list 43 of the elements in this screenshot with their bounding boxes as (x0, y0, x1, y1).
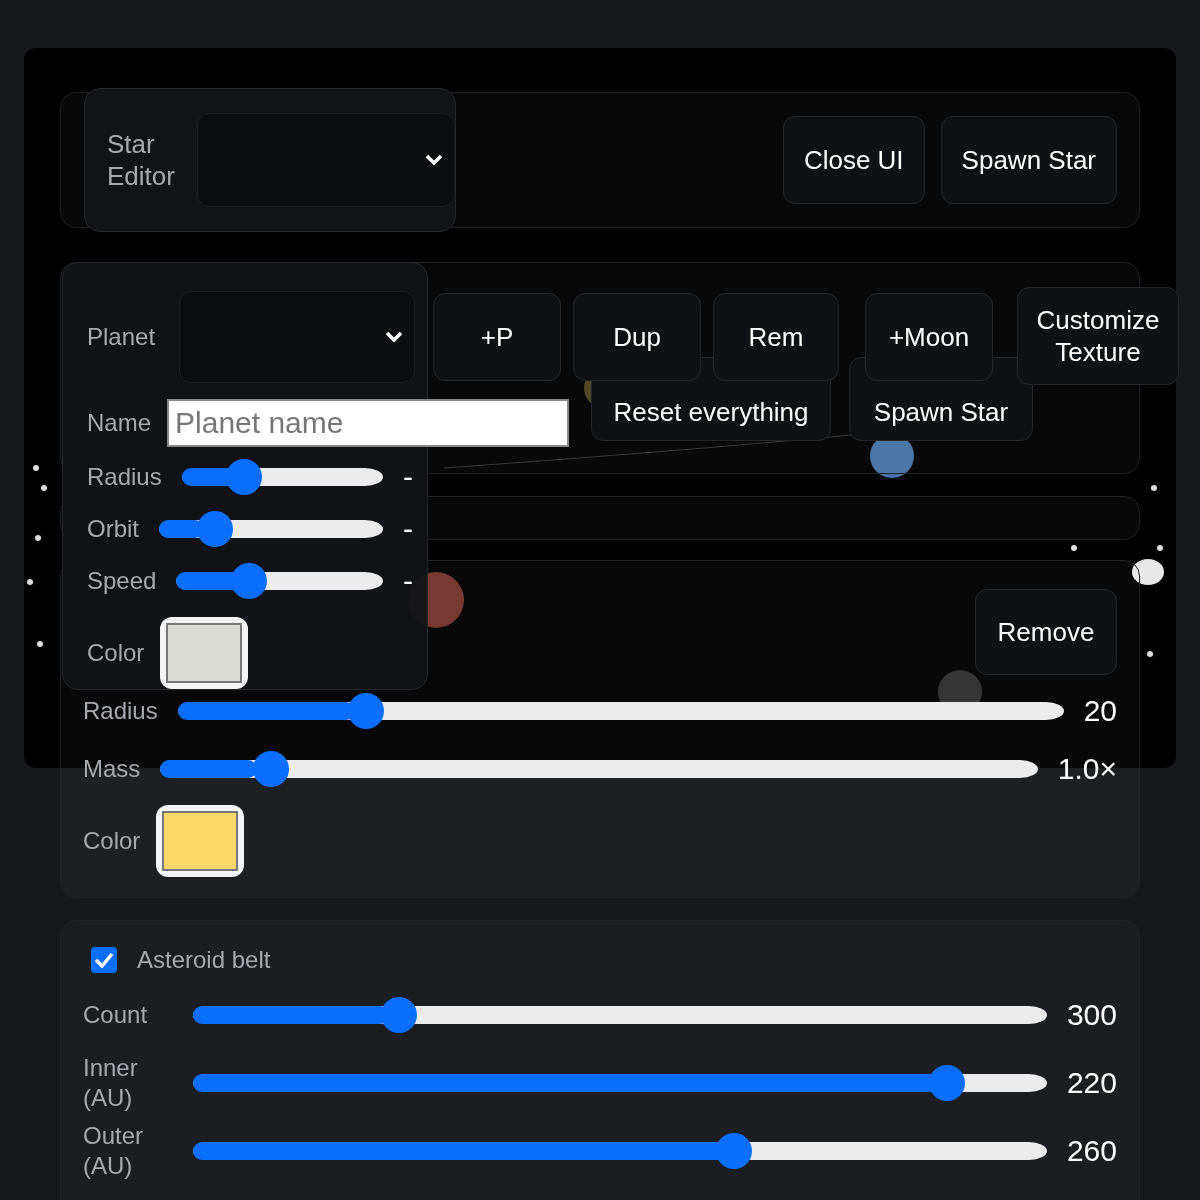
slider-value: 1.0× (1057, 751, 1117, 787)
slider-label: Inner (AU) (83, 1053, 139, 1113)
remove-button[interactable]: Remove (975, 589, 1117, 675)
slider-label: Speed (87, 566, 157, 596)
name-input[interactable]: Planet name (167, 399, 570, 447)
toolbar-button[interactable]: Dup (573, 293, 701, 381)
slider-label: Radius (83, 696, 158, 726)
checkbox-label: Asteroid belt (137, 945, 271, 975)
slider-thumb[interactable] (196, 511, 233, 547)
slider-label: Radius (87, 462, 162, 492)
slider-thumb[interactable] (381, 997, 418, 1033)
slider-thumb[interactable] (716, 1133, 753, 1169)
slider-label: Outer (AU) (83, 1121, 145, 1181)
top-button[interactable]: Spawn Star (940, 116, 1117, 204)
slider-value: 260 (1066, 1133, 1117, 1169)
color-picker[interactable] (156, 805, 245, 877)
checkbox[interactable] (91, 947, 117, 973)
field-label: Color (87, 638, 145, 668)
field-label: Planet (87, 322, 157, 352)
slider-value: - (403, 563, 413, 599)
chevron-down-icon (384, 330, 404, 344)
toolbar-button[interactable]: Customize Texture (1017, 287, 1179, 385)
color-picker[interactable] (160, 617, 249, 689)
slider-thumb[interactable] (929, 1065, 966, 1101)
toolbar-button[interactable]: Rem (713, 293, 839, 381)
chevron-down-icon (424, 153, 444, 167)
slider-value: 300 (1066, 997, 1117, 1033)
top-button[interactable]: Close UI (782, 116, 925, 204)
slider-label: Count (83, 1000, 149, 1030)
slider-label: Orbit (87, 514, 139, 544)
toolbar-button[interactable]: +Moon (865, 293, 993, 381)
slider-value: 20 (1083, 693, 1117, 729)
slider-thumb[interactable] (231, 563, 267, 599)
slider-thumb[interactable] (226, 459, 263, 495)
panel-title: Star Editor (107, 128, 176, 192)
slider-value: 220 (1066, 1065, 1117, 1101)
field-label: Color (83, 826, 141, 856)
toolbar-button[interactable]: +P (433, 293, 561, 381)
slider-value: - (403, 511, 413, 547)
slider-value: - (403, 459, 413, 495)
slider-label: Mass (83, 754, 141, 784)
moon-drawing (1132, 559, 1164, 585)
field-label: Name (87, 408, 152, 438)
